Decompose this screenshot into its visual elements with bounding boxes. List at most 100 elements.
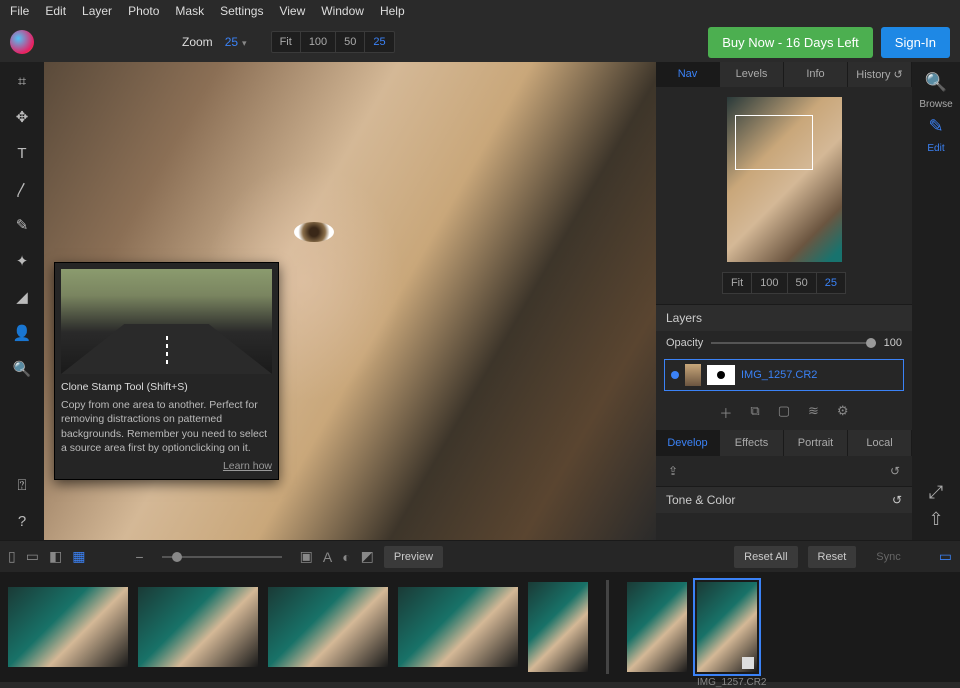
reset-button[interactable]: Reset <box>808 546 857 568</box>
tooltip-preview-image <box>61 269 272 374</box>
reset-all-button[interactable]: Reset All <box>734 546 797 568</box>
opacity-slider[interactable] <box>711 342 875 344</box>
tooltip-title: Clone Stamp Tool (Shift+S) <box>61 380 272 394</box>
nav-zoom-fit[interactable]: Fit <box>723 273 752 293</box>
zoom-25[interactable]: 25 <box>365 32 393 52</box>
add-layer-icon[interactable]: ＋ <box>719 403 732 422</box>
menu-view[interactable]: View <box>279 4 305 18</box>
export-icon[interactable]: ⇧ <box>928 509 943 530</box>
zoom-value-dropdown[interactable]: 25 <box>225 35 247 49</box>
text-icon[interactable]: T <box>11 142 33 164</box>
zoom-fit[interactable]: Fit <box>272 32 301 52</box>
copy-layer-icon[interactable]: ⧉ <box>750 403 759 422</box>
panel-tab-info[interactable]: Info <box>784 62 848 87</box>
menu-file[interactable]: File <box>10 4 29 18</box>
app-logo <box>10 30 34 54</box>
view-compare-icon[interactable]: ▭ <box>26 548 39 565</box>
view-single-icon[interactable]: ▯ <box>8 548 16 565</box>
move-icon[interactable]: ✥ <box>11 106 33 128</box>
label-a-icon[interactable]: A <box>323 549 332 565</box>
edit-label: Edit <box>927 143 944 154</box>
view-split-icon[interactable]: ◧ <box>49 548 62 565</box>
navigator-thumb[interactable] <box>727 97 842 262</box>
opacity-label: Opacity <box>666 337 703 349</box>
import-preset-icon[interactable]: ⇪ <box>668 464 678 478</box>
tone-color-header[interactable]: Tone & Color↺ <box>656 486 912 513</box>
crop-icon[interactable]: ⌗ <box>11 70 33 92</box>
clipping-icon[interactable]: ◩ <box>361 548 374 565</box>
zoom-label: Zoom <box>182 35 213 49</box>
filmstrip-thumb[interactable] <box>398 587 518 667</box>
tab-effects[interactable]: Effects <box>720 430 784 456</box>
menu-mask[interactable]: Mask <box>175 4 204 18</box>
soft-proof-icon[interactable]: ◐ <box>342 549 350 565</box>
filmstrip-thumb-label: IMG_1257.CR2 <box>697 677 757 688</box>
layer-row[interactable]: IMG_1257.CR2 <box>664 359 904 391</box>
dodge-icon[interactable]: ◢ <box>11 286 33 308</box>
filmstrip-thumb[interactable] <box>138 587 258 667</box>
menu-photo[interactable]: Photo <box>128 4 159 18</box>
menu-layer[interactable]: Layer <box>82 4 112 18</box>
canvas[interactable]: Clone Stamp Tool (Shift+S) Copy from one… <box>44 62 656 540</box>
tooltip-learn-how-link[interactable]: Learn how <box>61 459 272 473</box>
zoom-50[interactable]: 50 <box>336 32 365 52</box>
zoom-100[interactable]: 100 <box>301 32 336 52</box>
browse-icon[interactable]: 🔍 <box>925 72 947 93</box>
left-tool-strip: ⌗ ✥ T 〳 ✎ ✦ ◢ 👤 🔍 ⍰ ? <box>0 62 44 540</box>
flag-icon[interactable] <box>742 657 754 669</box>
user-icon[interactable]: ⍰ <box>11 474 33 496</box>
menu-help[interactable]: Help <box>380 4 405 18</box>
tab-develop[interactable]: Develop <box>656 430 720 456</box>
layer-thumb[interactable] <box>685 364 701 386</box>
layers-header: Layers <box>656 304 912 331</box>
edit-icon[interactable]: ✎ <box>928 116 943 137</box>
layer-visibility-dot[interactable] <box>671 371 679 379</box>
nav-zoom-100[interactable]: 100 <box>752 273 787 293</box>
zoom-slider[interactable] <box>162 556 282 558</box>
zoom-tool-icon[interactable]: 🔍 <box>11 358 33 380</box>
tab-local[interactable]: Local <box>848 430 912 456</box>
right-panel: Nav Levels Info History ↺ Fit 100 50 25 … <box>656 62 912 540</box>
navigator-viewport-box[interactable] <box>735 115 813 170</box>
brush-icon[interactable]: 〳 <box>11 178 33 200</box>
filmstrip-thumb-selected[interactable]: IMG_1257.CR2 <box>697 582 757 672</box>
zoom-presets: Fit 100 50 25 <box>271 31 395 53</box>
menu-settings[interactable]: Settings <box>220 4 263 18</box>
menu-window[interactable]: Window <box>321 4 364 18</box>
expand-icon[interactable]: ⤢ <box>929 482 943 503</box>
filmstrip-thumb[interactable] <box>8 587 128 667</box>
sign-in-button[interactable]: Sign-In <box>881 27 950 58</box>
layer-settings-icon[interactable]: ⚙ <box>837 403 849 422</box>
tool-tooltip: Clone Stamp Tool (Shift+S) Copy from one… <box>54 262 279 480</box>
layer-name: IMG_1257.CR2 <box>741 369 817 381</box>
help-icon[interactable]: ? <box>11 510 33 532</box>
nav-zoom-25[interactable]: 25 <box>817 273 845 293</box>
heal-icon[interactable]: ✦ <box>11 250 33 272</box>
header-toolbar: Zoom 25 Fit 100 50 25 Buy Now - 16 Days … <box>0 22 960 62</box>
panel-tab-nav[interactable]: Nav <box>656 62 720 87</box>
mask-overlay-icon[interactable]: ▣ <box>300 548 313 565</box>
filmstrip-toggle-icon[interactable]: ▭ <box>939 548 952 565</box>
filmstrip-thumb[interactable] <box>528 582 588 672</box>
opacity-value: 100 <box>884 337 902 349</box>
zoom-out-icon[interactable]: − <box>135 549 143 565</box>
reset-preset-icon[interactable]: ↺ <box>890 464 900 478</box>
tone-color-reset-icon[interactable]: ↺ <box>892 493 902 507</box>
menu-edit[interactable]: Edit <box>45 4 66 18</box>
tab-portrait[interactable]: Portrait <box>784 430 848 456</box>
merge-layer-icon[interactable]: ▢ <box>778 403 790 422</box>
filmstrip-thumb[interactable] <box>627 582 687 672</box>
panel-tab-history[interactable]: History ↺ <box>848 62 912 87</box>
panel-tab-levels[interactable]: Levels <box>720 62 784 87</box>
clone-stamp-icon[interactable]: ✎ <box>11 214 33 236</box>
view-grid-icon[interactable]: ▦ <box>72 548 85 565</box>
blend-layer-icon[interactable]: ≋ <box>808 403 819 422</box>
layer-mask-thumb[interactable] <box>707 365 735 385</box>
buy-now-button[interactable]: Buy Now - 16 Days Left <box>708 27 873 58</box>
sync-button[interactable]: Sync <box>866 546 910 568</box>
nav-zoom-50[interactable]: 50 <box>788 273 817 293</box>
filmstrip-thumb[interactable] <box>268 587 388 667</box>
portrait-icon[interactable]: 👤 <box>11 322 33 344</box>
tooltip-body: Copy from one area to another. Perfect f… <box>61 398 272 455</box>
preview-button[interactable]: Preview <box>384 546 443 568</box>
